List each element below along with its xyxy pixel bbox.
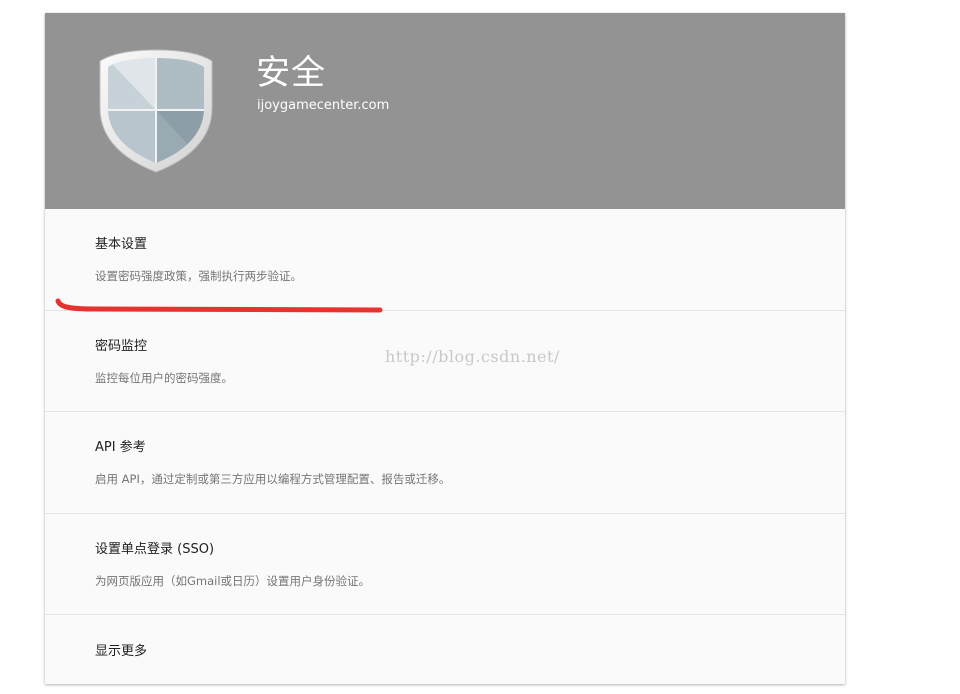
shield-icon (99, 49, 213, 173)
setting-api-reference[interactable]: API 参考 启用 API，通过定制或第三方应用以编程方式管理配置、报告或迁移。 (45, 412, 845, 514)
red-underline-annotation (55, 298, 383, 313)
setting-description: 设置密码强度政策，强制执行两步验证。 (95, 269, 302, 283)
setting-description: 监控每位用户的密码强度。 (95, 371, 233, 385)
page-title: 安全 (256, 53, 326, 93)
setting-title: 密码监控 (95, 339, 148, 354)
setting-sso[interactable]: 设置单点登录 (SSO) 为网页版应用（如Gmail或日历）设置用户身份验证。 (45, 514, 845, 615)
security-header: 安全 ijoygamecenter.com (45, 13, 845, 209)
setting-title: 设置单点登录 (SSO) (95, 542, 215, 557)
setting-description: 为网页版应用（如Gmail或日历）设置用户身份验证。 (95, 574, 371, 588)
watermark: http://blog.csdn.net/ (385, 347, 560, 366)
show-more-button[interactable]: 显示更多 (45, 615, 845, 684)
setting-title: 基本设置 (95, 237, 148, 252)
show-more-label: 显示更多 (95, 644, 148, 659)
setting-description: 启用 API，通过定制或第三方应用以编程方式管理配置、报告或迁移。 (95, 472, 451, 486)
domain-label: ijoygamecenter.com (257, 98, 390, 113)
setting-title: API 参考 (95, 440, 146, 455)
